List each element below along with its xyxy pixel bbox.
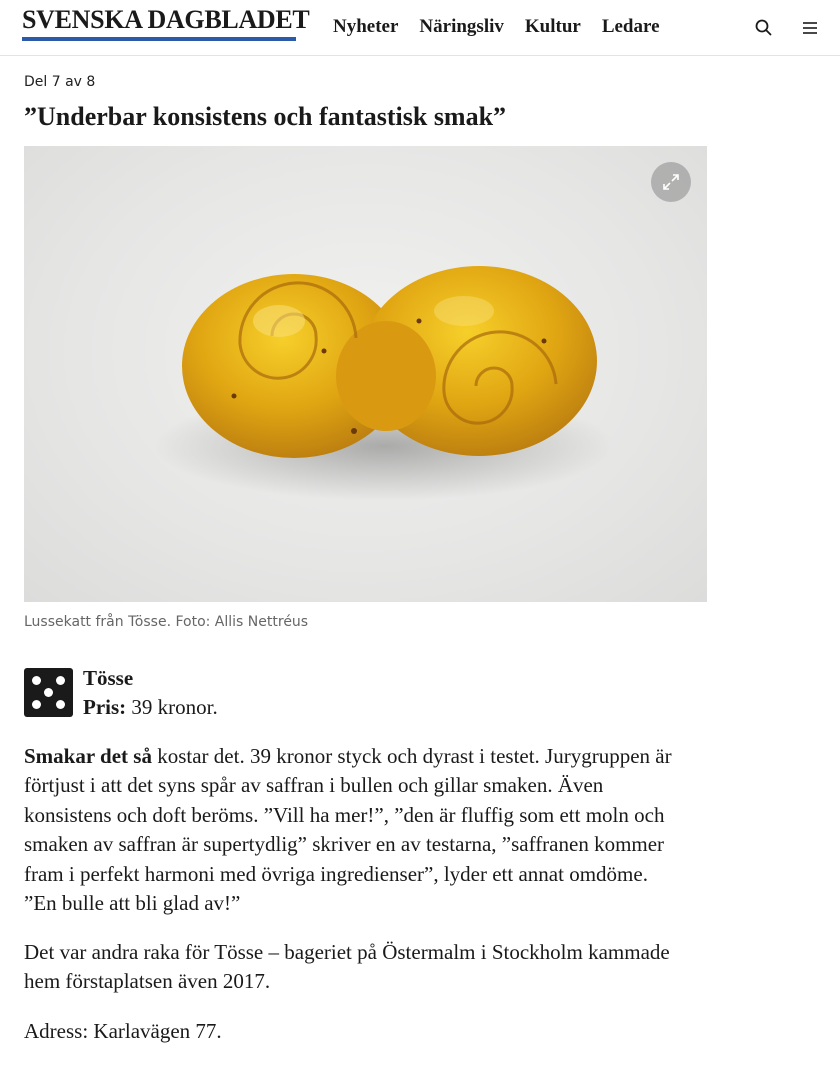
article-headline: ”Underbar konsistens och fantastisk smak… bbox=[24, 102, 507, 131]
dice-pip bbox=[56, 700, 65, 709]
price-line: Pris: 39 kronor. bbox=[83, 693, 218, 721]
site-logo[interactable]: SVENSKA DAGBLADET bbox=[22, 6, 310, 34]
review-lead: Smakar det så bbox=[24, 744, 152, 768]
dice-pip bbox=[32, 700, 41, 709]
dice-pip bbox=[32, 676, 41, 685]
lussekatt-illustration bbox=[154, 266, 614, 501]
bakery-name: Tösse bbox=[83, 666, 134, 690]
nav-item-naringsliv[interactable]: Näringsliv bbox=[419, 15, 503, 39]
dice-pip bbox=[56, 676, 65, 685]
logo-underline bbox=[22, 37, 296, 41]
dice-pip bbox=[44, 688, 53, 697]
menu-icon[interactable] bbox=[799, 17, 821, 39]
site-header: SVENSKA DAGBLADET Nyheter Näringsliv Kul… bbox=[0, 0, 840, 56]
nav-item-nyheter[interactable]: Nyheter bbox=[333, 15, 398, 39]
nav-item-ledare[interactable]: Ledare bbox=[602, 15, 660, 39]
main-nav: Nyheter Näringsliv Kultur Ledare bbox=[333, 15, 660, 39]
history-paragraph: Det var andra raka för Tösse – bageriet … bbox=[24, 940, 670, 994]
dice-rating-icon bbox=[24, 668, 73, 717]
address-paragraph: Adress: Karlavägen 77. bbox=[24, 1019, 222, 1043]
review-text: kostar det. 39 kronor styck och dyrast i… bbox=[24, 744, 672, 916]
search-icon[interactable] bbox=[753, 17, 775, 39]
gallery-part-label: Del 7 av 8 bbox=[24, 74, 96, 90]
price-value: 39 kronor. bbox=[126, 695, 218, 719]
review-paragraph: Smakar det så kostar det. 39 kronor styc… bbox=[24, 742, 674, 918]
photo-caption: Lussekatt från Tösse. Foto: Allis Nettré… bbox=[24, 614, 309, 630]
nav-item-kultur[interactable]: Kultur bbox=[525, 15, 581, 39]
price-label: Pris: bbox=[83, 695, 127, 719]
expand-icon[interactable] bbox=[651, 162, 691, 202]
lussekatt-photo[interactable] bbox=[24, 146, 707, 602]
